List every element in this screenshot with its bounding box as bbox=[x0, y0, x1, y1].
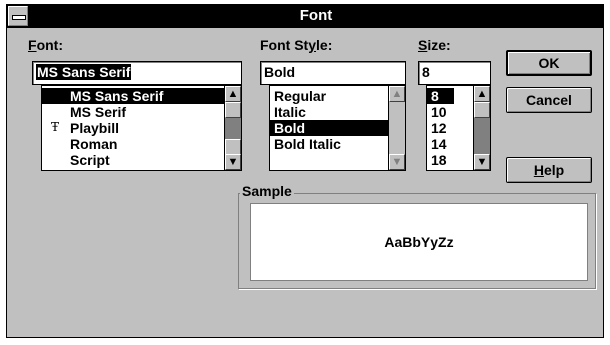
arrow-up-icon[interactable]: ▲ bbox=[225, 86, 241, 102]
system-menu-button[interactable] bbox=[8, 6, 28, 26]
size-list[interactable]: 8 10 12 14 18 ▲ ▼ bbox=[426, 85, 491, 171]
arrow-up-icon: ▲ bbox=[389, 86, 405, 102]
size-list-item[interactable]: 14 bbox=[431, 136, 447, 152]
font-style-value: Bold bbox=[264, 64, 296, 80]
size-scroll-track[interactable] bbox=[474, 118, 490, 154]
font-style-field[interactable]: Bold bbox=[260, 61, 406, 85]
size-list-item[interactable]: 8 bbox=[427, 88, 454, 104]
size-value: 8 bbox=[422, 64, 430, 80]
sample-label: Sample bbox=[240, 183, 294, 199]
font-list-item[interactable]: MS Serif bbox=[70, 104, 126, 120]
font-list-item[interactable]: Script bbox=[70, 152, 110, 168]
ok-button[interactable]: OK bbox=[506, 50, 592, 76]
arrow-down-icon[interactable]: ▼ bbox=[225, 154, 241, 170]
font-dialog: Font Font: MS Sans Serif MS Sans Serif M… bbox=[6, 4, 604, 338]
arrow-down-icon[interactable]: ▼ bbox=[474, 154, 490, 170]
font-style-item[interactable]: Bold Italic bbox=[274, 136, 341, 152]
help-button[interactable]: Help bbox=[506, 157, 592, 183]
font-style-item[interactable]: Regular bbox=[274, 88, 326, 104]
font-scroll-thumb[interactable] bbox=[225, 102, 241, 118]
arrow-down-icon: ▼ bbox=[389, 154, 405, 170]
font-list-item[interactable]: Playbill bbox=[70, 120, 119, 136]
size-list-item[interactable]: 10 bbox=[431, 104, 447, 120]
font-name-field[interactable]: MS Sans Serif bbox=[32, 61, 242, 85]
size-scroll-thumb[interactable] bbox=[474, 102, 490, 118]
font-style-item[interactable]: Bold bbox=[270, 120, 388, 136]
size-list-item[interactable]: 12 bbox=[431, 120, 447, 136]
dash-icon bbox=[12, 15, 26, 20]
sample-preview: AaBbYyZz bbox=[250, 203, 588, 281]
title-bar[interactable]: Font bbox=[7, 5, 603, 28]
size-list-scrollbar[interactable]: ▲ ▼ bbox=[473, 86, 490, 170]
font-style-list[interactable]: Regular Italic Bold Bold Italic ▲ ▼ bbox=[269, 85, 406, 171]
font-list-scrollbar[interactable]: ▲ ▼ bbox=[224, 86, 241, 170]
font-style-label: Font Style: bbox=[260, 37, 333, 53]
cancel-button[interactable]: Cancel bbox=[506, 87, 592, 113]
font-name-value: MS Sans Serif bbox=[36, 64, 132, 80]
size-label: Size: bbox=[418, 37, 451, 53]
font-style-item[interactable]: Italic bbox=[274, 104, 306, 120]
size-field[interactable]: 8 bbox=[418, 61, 491, 85]
truetype-icon: Ŧ bbox=[51, 120, 60, 134]
font-label: Font: bbox=[28, 37, 63, 53]
arrow-up-icon[interactable]: ▲ bbox=[474, 86, 490, 102]
font-scroll-track[interactable] bbox=[225, 118, 241, 139]
font-list[interactable]: MS Sans Serif MS Serif Ŧ Playbill Roman … bbox=[41, 85, 242, 171]
font-scroll-thumb-lower[interactable] bbox=[225, 139, 241, 155]
font-style-scrollbar: ▲ ▼ bbox=[388, 86, 405, 170]
font-list-item[interactable]: MS Sans Serif bbox=[42, 88, 224, 104]
sample-text: AaBbYyZz bbox=[384, 234, 454, 250]
size-list-item[interactable]: 18 bbox=[431, 152, 447, 168]
window-title: Font bbox=[299, 7, 333, 24]
font-list-item[interactable]: Roman bbox=[70, 136, 117, 152]
